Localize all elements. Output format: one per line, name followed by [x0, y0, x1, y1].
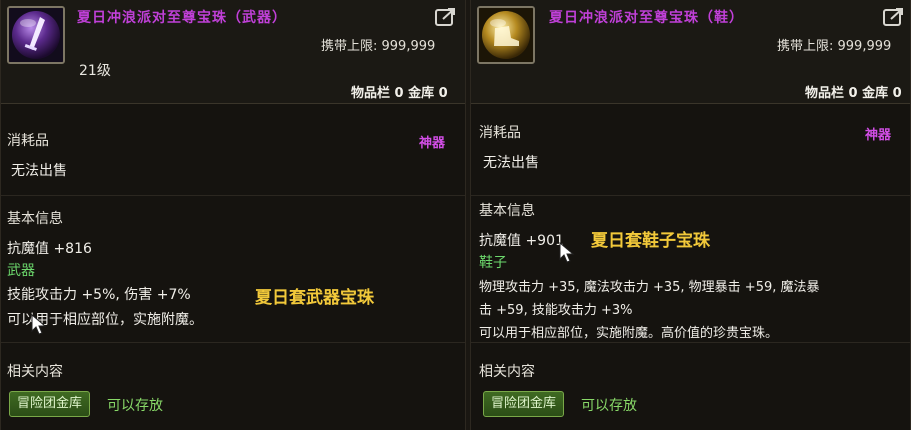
- gold-orb-shoe-icon: [477, 6, 535, 64]
- category-label: 消耗品: [7, 133, 49, 149]
- item-title: 夏日冲浪派对至尊宝珠（武器）: [77, 10, 287, 26]
- effect-line: 可以用于相应部位，实施附魔。高价值的珍贵宝珠。: [479, 326, 779, 341]
- related-section: 相关内容 冒险团金库 可以存放: [471, 343, 910, 430]
- carry-limit: 携带上限: 999,999: [777, 39, 892, 54]
- adventure-vault-button[interactable]: 冒险团金库: [483, 391, 565, 417]
- basic-info-section: 基本信息 抗魔值 +816 武器 技能攻击力 +5%, 伤害 +7% 可以用于相…: [1, 196, 465, 343]
- related-label: 相关内容: [7, 364, 63, 380]
- share-icon[interactable]: [882, 6, 906, 28]
- category-label: 消耗品: [479, 125, 521, 141]
- slot-label: 武器: [7, 263, 35, 279]
- overlay-caption: 夏日套武器宝珠: [255, 288, 374, 308]
- item-level: 21级: [79, 63, 111, 79]
- storage-count: 物品栏 0 金库 0: [805, 86, 902, 101]
- mouse-cursor-icon: [31, 313, 49, 336]
- item-title: 夏日冲浪派对至尊宝珠（鞋）: [549, 10, 744, 26]
- tooltip-header: 夏日冲浪派对至尊宝珠（武器） 携带上限: 999,999 21级 物品栏 0 金…: [1, 0, 465, 104]
- basic-info-section: 基本信息 抗魔值 +901 夏日套鞋子宝珠 鞋子 物理攻击力 +35, 魔法攻击…: [471, 196, 910, 343]
- can-store-label: 可以存放: [107, 398, 163, 414]
- mouse-cursor-icon: [559, 241, 577, 264]
- type-section: 消耗品 神器 无法出售: [471, 104, 910, 196]
- can-store-label: 可以存放: [581, 398, 637, 414]
- share-icon[interactable]: [434, 6, 458, 28]
- overlay-caption: 夏日套鞋子宝珠: [591, 231, 710, 251]
- purple-orb-sword-icon: [7, 6, 65, 64]
- effect-line: 击 +59, 技能攻击力 +3%: [479, 303, 633, 318]
- stat-line: 抗魔值 +816: [7, 241, 92, 257]
- slot-label: 鞋子: [479, 255, 507, 271]
- sell-status: 无法出售: [11, 163, 67, 179]
- basic-info-label: 基本信息: [479, 203, 535, 219]
- effect-line: 物理攻击力 +35, 魔法攻击力 +35, 物理暴击 +59, 魔法暴: [479, 280, 820, 295]
- rarity-tag: 神器: [419, 136, 446, 151]
- type-section: 消耗品 神器 无法出售: [1, 104, 465, 196]
- stat-line: 抗魔值 +901: [479, 233, 564, 249]
- sell-status: 无法出售: [483, 155, 539, 171]
- carry-limit: 携带上限: 999,999: [321, 39, 436, 54]
- item-tooltip-shoe-orb: 夏日冲浪派对至尊宝珠（鞋） 携带上限: 999,999 物品栏 0 金库 0 消…: [470, 0, 911, 430]
- related-section: 相关内容 冒险团金库 可以存放: [1, 343, 465, 430]
- storage-count: 物品栏 0 金库 0: [351, 86, 448, 101]
- rarity-tag: 神器: [865, 128, 892, 143]
- effect-line: 技能攻击力 +5%, 伤害 +7%: [7, 287, 191, 303]
- basic-info-label: 基本信息: [7, 211, 63, 227]
- item-tooltip-weapon-orb: 夏日冲浪派对至尊宝珠（武器） 携带上限: 999,999 21级 物品栏 0 金…: [0, 0, 466, 430]
- adventure-vault-button[interactable]: 冒险团金库: [9, 391, 91, 417]
- related-label: 相关内容: [479, 364, 535, 380]
- tooltip-header: 夏日冲浪派对至尊宝珠（鞋） 携带上限: 999,999 物品栏 0 金库 0: [471, 0, 910, 104]
- item-comparison-screen: 夏日冲浪派对至尊宝珠（武器） 携带上限: 999,999 21级 物品栏 0 金…: [0, 0, 911, 430]
